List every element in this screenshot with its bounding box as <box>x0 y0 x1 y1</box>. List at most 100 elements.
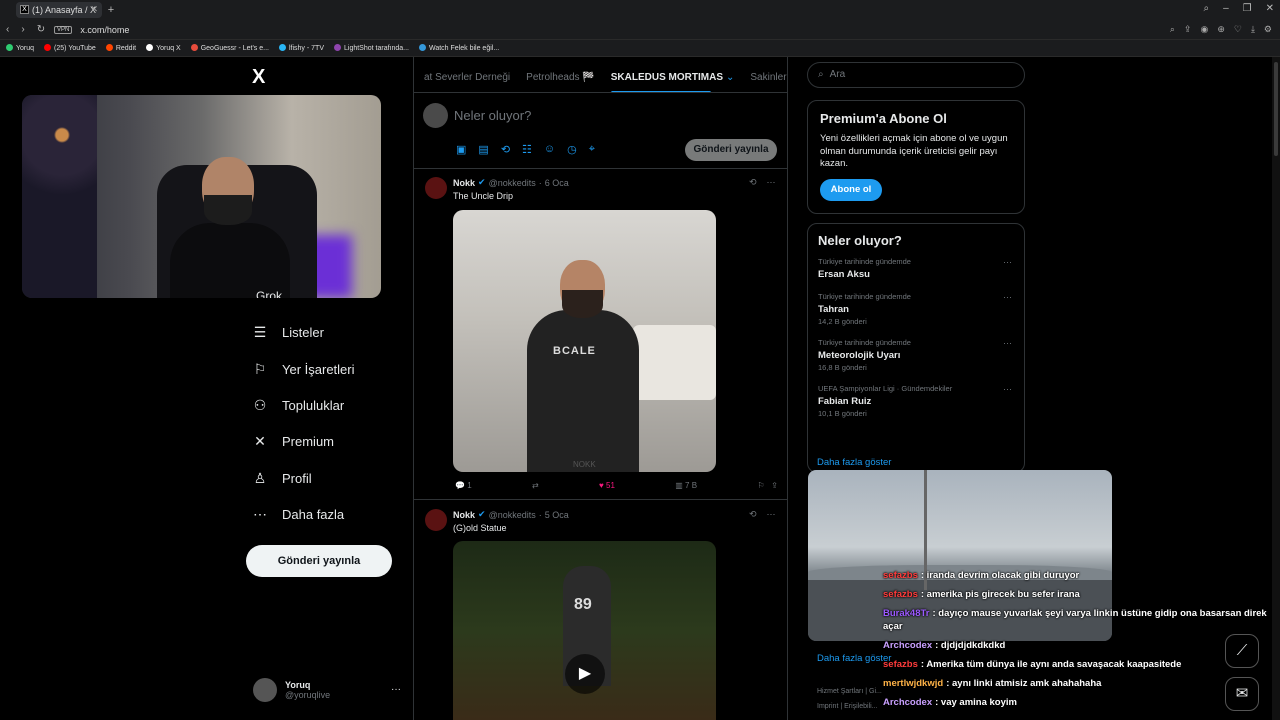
account-more-icon[interactable]: ··· <box>391 684 401 695</box>
sidebar-item-bookmark[interactable]: ⚐ Yer İşaretleri <box>252 361 355 378</box>
bookmark-icon[interactable]: ⚐ <box>757 481 764 490</box>
sidebar-item-more[interactable]: ⋯ Daha fazla <box>252 506 344 523</box>
scrollbar-thumb[interactable] <box>1274 62 1278 156</box>
ext-icon[interactable]: ⊕ <box>1217 24 1225 35</box>
browser-tab[interactable]: X (1) Anasayfa / X ✕ <box>16 2 102 18</box>
settings-icon[interactable]: ⚙ <box>1264 24 1272 35</box>
location-icon[interactable]: ⌖ <box>589 143 595 156</box>
zoom-icon[interactable]: ⌕ <box>1170 24 1175 35</box>
camera-icon[interactable]: ◉ <box>1200 24 1208 35</box>
trend-more-icon[interactable]: ··· <box>1003 338 1012 348</box>
compose-input[interactable]: Neler oluyor? <box>454 108 531 123</box>
scrollbar[interactable] <box>1272 57 1280 720</box>
sidebar-item-profile[interactable]: ♙ Profil <box>252 470 312 487</box>
download-icon[interactable]: ⤓ <box>1251 24 1255 35</box>
schedule-icon[interactable]: ◷ <box>567 143 577 156</box>
forward-icon[interactable]: › <box>21 24 24 35</box>
footer-links[interactable]: Hizmet Şartları | Gi... <box>817 688 882 695</box>
grok-icon[interactable]: ⟲ <box>501 143 510 156</box>
gif-icon[interactable]: ▤ <box>478 143 488 156</box>
chat-username: Archcodex <box>883 640 933 651</box>
bookmark-item[interactable]: (25) YouTube <box>44 44 96 52</box>
emoji-icon[interactable]: ☺ <box>544 143 555 156</box>
person-beard <box>562 290 603 318</box>
compose-post-button[interactable]: Gönderi yayınla <box>685 139 777 161</box>
minimize-icon[interactable]: – <box>1223 3 1229 14</box>
post-button[interactable]: Gönderi yayınla <box>246 545 392 577</box>
sidebar-item-list[interactable]: ☰ Listeler <box>252 324 324 341</box>
trend-item[interactable]: Türkiye tarihinde gündemde Meteorolojik U… <box>818 338 1014 372</box>
image-icon[interactable]: ▣ <box>456 143 466 156</box>
sidebar-item-x-premium[interactable]: ✕ Premium <box>252 433 334 450</box>
tab-1[interactable]: Petrolheads 🏁 <box>526 72 595 83</box>
chat-username: sefazbs <box>883 589 918 600</box>
heart-icon[interactable]: ♡ <box>1234 24 1242 35</box>
account-switcher[interactable]: Yoruq @yoruqlive ··· <box>253 678 401 702</box>
bookmark-item[interactable]: lfishy - 7TV <box>278 44 324 52</box>
trends-show-more[interactable]: Daha fazla göster <box>817 457 891 468</box>
post-video[interactable]: 89 ▶ <box>453 541 716 720</box>
close-tab-icon[interactable]: ✕ <box>90 4 98 15</box>
trend-item[interactable]: Türkiye tarihinde gündemde Tahran 14,2 B g… <box>818 292 1014 326</box>
trend-item[interactable]: Türkiye tarihinde gündemde Ersan Aksu ··· <box>818 257 1014 280</box>
play-icon[interactable]: ▶ <box>565 654 605 694</box>
trends-card: Neler oluyor? Türkiye tarihinde gündemde… <box>807 223 1025 473</box>
share-icon[interactable]: ⇪ <box>1184 24 1192 35</box>
search-tabs-icon[interactable]: ⌕ <box>1203 3 1209 14</box>
trend-more-icon[interactable]: ··· <box>1003 292 1012 302</box>
more-icon[interactable]: ⋯ <box>767 509 776 520</box>
post-handle[interactable]: @nokkedits <box>489 510 536 520</box>
chevron-down-icon[interactable]: ⌄ <box>726 72 734 83</box>
post-image[interactable]: BCALE NOKK <box>453 210 716 472</box>
share-icon[interactable]: ⇪ <box>771 481 778 490</box>
footer-links[interactable]: Imprint | Erişilebili... <box>817 703 878 710</box>
post-author[interactable]: Nokk <box>453 178 475 188</box>
x-logo-icon[interactable]: X <box>252 66 265 89</box>
trend-item[interactable]: UEFA Şampiyonlar Ligi · Gündemdekiler Fab… <box>818 384 1014 418</box>
repost-button[interactable]: ⇄ <box>532 481 539 490</box>
more-icon[interactable]: ⋯ <box>767 177 776 188</box>
reload-icon[interactable]: ↻ <box>37 24 45 35</box>
like-button[interactable]: ♥ 51 <box>599 481 615 490</box>
bookmark-item[interactable]: Reddit <box>105 44 136 52</box>
post-date[interactable]: 6 Oca <box>545 178 569 188</box>
address-bar[interactable]: VPN x.com/home <box>54 23 1054 37</box>
subscribe-button[interactable]: Abone ol <box>820 178 882 201</box>
bookmark-item[interactable]: LightShot tarafında... <box>334 44 409 52</box>
poll-icon[interactable]: ☷ <box>522 143 532 156</box>
sidebar-item-grok[interactable]: Grok <box>256 289 282 298</box>
grok-floating-button[interactable]: ⟋ <box>1225 634 1259 668</box>
tab-3[interactable]: Sakinler <box>750 72 786 83</box>
post-avatar[interactable] <box>425 177 447 199</box>
messages-floating-button[interactable]: ✉ <box>1225 677 1259 711</box>
grok-icon[interactable]: ⟲ <box>749 509 757 520</box>
bookmark-item[interactable]: Watch Felek bile eğil... <box>419 44 499 52</box>
bookmark-item[interactable]: GeoGuessr - Let's e... <box>190 44 269 52</box>
post-date[interactable]: 5 Oca <box>545 510 569 520</box>
chat-message: Archcodex: vay amina koyim <box>883 696 1273 709</box>
chat-message: sefazbs: iranda devrim olacak gibi duruy… <box>883 569 1273 582</box>
trend-more-icon[interactable]: ··· <box>1003 384 1012 394</box>
back-icon[interactable]: ‹ <box>6 24 9 35</box>
bookmark-item[interactable]: Yoruq <box>6 44 34 52</box>
reply-button[interactable]: 💬 1 <box>455 481 472 490</box>
bookmark-favicon-icon <box>44 44 52 51</box>
maximize-icon[interactable]: ❐ <box>1243 3 1252 14</box>
sidebar-item-communities[interactable]: ⚇ Topluluklar <box>252 397 344 414</box>
vpn-badge[interactable]: VPN <box>54 26 73 34</box>
grok-icon[interactable]: ⟲ <box>749 177 757 188</box>
views-button[interactable]: ▥ 7 B <box>675 481 697 490</box>
bookmark-item[interactable]: Yoruq X <box>146 44 181 52</box>
trend-more-icon[interactable]: ··· <box>1003 257 1012 267</box>
post-handle[interactable]: @nokkedits <box>489 178 536 188</box>
tab-0[interactable]: at Severler Derneği <box>424 72 510 83</box>
follow-show-more[interactable]: Daha fazla göster <box>817 653 891 664</box>
chat-text: aynı linki atmisiz amk ahahahaha <box>952 678 1102 689</box>
new-tab-icon[interactable]: + <box>105 4 117 16</box>
post-author[interactable]: Nokk <box>453 510 475 520</box>
search-input[interactable]: ⌕ Ara <box>807 62 1025 88</box>
tab-2[interactable]: SKALEDUS MORTIMAS <box>610 72 723 92</box>
post-avatar[interactable] <box>425 509 447 531</box>
close-window-icon[interactable]: ✕ <box>1266 3 1274 14</box>
url-text[interactable]: x.com/home <box>80 25 129 35</box>
